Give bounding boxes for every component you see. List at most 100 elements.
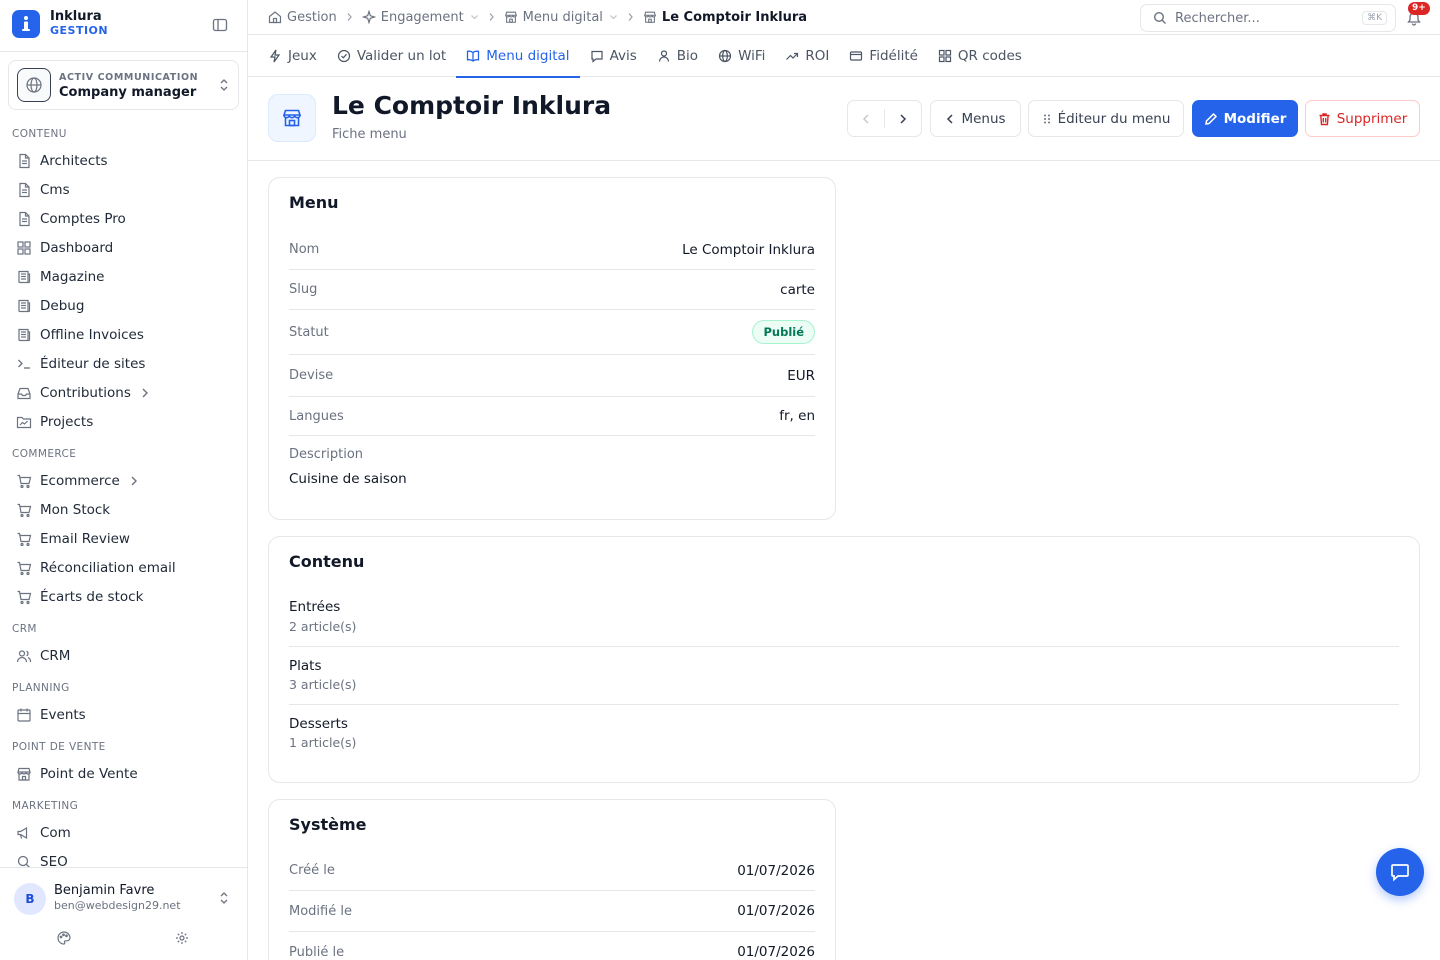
sidebar-item-mon-stock[interactable]: Mon Stock <box>0 495 247 524</box>
company-switcher[interactable]: ACTIV COMMUNICATION Company manager <box>8 60 239 110</box>
chat-button[interactable] <box>1376 848 1424 896</box>
sidebar-toggle-icon[interactable] <box>212 17 228 33</box>
previous-button[interactable] <box>848 101 884 136</box>
card-title: Système <box>289 815 367 834</box>
sidebar-item-projects[interactable]: Projects <box>0 407 247 436</box>
delete-button[interactable]: Supprimer <box>1305 100 1420 137</box>
tab-wifi[interactable]: WiFi <box>708 35 775 77</box>
tab-label: Bio <box>676 48 699 64</box>
sidebar-item-label: Offline Invoices <box>40 326 144 343</box>
gear-icon[interactable] <box>175 931 189 945</box>
sidebar-item-contributions[interactable]: Contributions <box>0 378 247 407</box>
sidebar-item-dashboard[interactable]: Dashboard <box>0 233 247 262</box>
cart-icon <box>16 560 32 576</box>
field-label: Langues <box>289 408 344 424</box>
sidebar-nav: CONTENU Architects Cms Comptes Pro Dashboard… <box>0 120 247 868</box>
grid-icon <box>16 240 32 256</box>
edit-button[interactable]: Modifier <box>1192 100 1298 137</box>
field-label: Publié le <box>289 944 345 960</box>
field-label: Devise <box>289 368 334 383</box>
back-to-menus-label: Menus <box>961 110 1006 127</box>
sidebar-item-email-review[interactable]: Email Review <box>0 524 247 553</box>
field-value: 01/07/2026 <box>737 944 815 960</box>
menu-editor-button[interactable]: Éditeur du menu <box>1028 100 1184 137</box>
sidebar-item-debug[interactable]: Debug <box>0 291 247 320</box>
sidebar-item--carts-de-stock[interactable]: Écarts de stock <box>0 582 247 611</box>
menu-editor-label: Éditeur du menu <box>1057 110 1171 127</box>
sidebar-section-title: COMMERCE <box>12 448 77 460</box>
sidebar-item-crm[interactable]: CRM <box>0 641 247 670</box>
chevron-down-icon[interactable] <box>609 14 618 20</box>
tab-bio[interactable]: Bio <box>647 35 708 77</box>
book-icon <box>466 49 480 63</box>
tab-label: Avis <box>609 48 637 64</box>
menu-card: Menu Nom Le Comptoir Inklura Slug carte … <box>268 177 836 520</box>
document-icon <box>16 182 32 198</box>
search-icon <box>1153 11 1167 25</box>
content-card: Contenu Entrées 2 article(s) Plats 3 art… <box>268 536 1420 783</box>
check-circle-icon <box>337 49 351 63</box>
chevron-right-icon <box>627 12 634 22</box>
breadcrumb: Gestion Engagement Menu digital Le Comptoir… <box>268 0 807 34</box>
sidebar-item-label: Contributions <box>40 384 131 401</box>
breadcrumb-item[interactable]: Gestion <box>268 10 337 25</box>
category-item[interactable]: Plats 3 article(s) <box>289 647 1399 705</box>
sidebar-item-magazine[interactable]: Magazine <box>0 262 247 291</box>
users-icon <box>16 648 32 664</box>
sidebar-item-label: Éditeur de sites <box>40 355 146 372</box>
brand[interactable]: Inklura GESTION <box>12 10 108 38</box>
sidebar-item-cms[interactable]: Cms <box>0 175 247 204</box>
field-label: Statut <box>289 324 329 340</box>
sidebar-item-r-conciliation-email[interactable]: Réconciliation email <box>0 553 247 582</box>
sidebar-section-title: CONTENU <box>12 128 67 140</box>
next-button[interactable] <box>885 101 921 136</box>
category-item[interactable]: Desserts 1 article(s) <box>289 705 1399 763</box>
store-icon <box>16 766 32 782</box>
category-item[interactable]: Entrées 2 article(s) <box>289 592 1399 647</box>
tab-qr-codes[interactable]: QR codes <box>928 35 1032 77</box>
field-label: Slug <box>289 282 318 297</box>
sidebar-item-point-de-vente[interactable]: Point de Vente <box>0 759 247 788</box>
tab-label: Menu digital <box>486 48 570 64</box>
sidebar-item--diteur-de-sites[interactable]: Éditeur de sites <box>0 349 247 378</box>
palette-icon[interactable] <box>57 931 71 945</box>
chevron-left-icon <box>945 113 955 125</box>
store-icon <box>268 94 316 142</box>
tab-avis[interactable]: Avis <box>580 35 647 77</box>
sidebar-item-seo[interactable]: SEO <box>0 847 247 868</box>
tab-roi[interactable]: ROI <box>775 35 839 77</box>
breadcrumb-item[interactable]: Engagement <box>361 10 479 25</box>
field-label: Modifié le <box>289 903 352 919</box>
tab-valider-un-lot[interactable]: Valider un lot <box>327 35 456 77</box>
search-shortcut: ⌘K <box>1362 11 1387 25</box>
tab-fid-lit-[interactable]: Fidélité <box>839 35 928 77</box>
chat-icon <box>590 49 604 63</box>
tab-jeux[interactable]: Jeux <box>258 35 327 77</box>
sidebar-item-events[interactable]: Events <box>0 700 247 729</box>
record-pager <box>847 100 922 137</box>
sidebar: Inklura GESTION ACTIV COMMUNICATION Comp… <box>0 0 248 960</box>
sidebar-item-label: Projects <box>40 413 94 430</box>
brand-logo-icon <box>12 10 40 38</box>
page-header: Le Comptoir Inklura Fiche menu Menus Édi… <box>248 77 1440 161</box>
user-menu[interactable]: B Benjamin Favre ben@webdesign29.net <box>0 867 247 960</box>
sidebar-item-architects[interactable]: Architects <box>0 146 247 175</box>
company-role: Company manager <box>59 85 197 100</box>
cart-icon <box>16 589 32 605</box>
sidebar-item-comptes-pro[interactable]: Comptes Pro <box>0 204 247 233</box>
search-box[interactable]: ⌘K <box>1140 4 1396 32</box>
status-badge: Publié <box>752 320 815 344</box>
search-input[interactable] <box>1175 10 1355 26</box>
sidebar-item-ecommerce[interactable]: Ecommerce <box>0 466 247 495</box>
chevron-down-icon[interactable] <box>470 14 479 20</box>
cart-icon <box>16 502 32 518</box>
back-to-menus-button[interactable]: Menus <box>930 100 1021 137</box>
tab-label: QR codes <box>957 48 1022 64</box>
sidebar-item-com[interactable]: Com <box>0 818 247 847</box>
category-name: Entrées <box>289 599 341 615</box>
brand-subtitle: GESTION <box>50 24 109 37</box>
sidebar-item-offline-invoices[interactable]: Offline Invoices <box>0 320 247 349</box>
sidebar-item-label: Dashboard <box>40 239 114 256</box>
breadcrumb-item[interactable]: Menu digital <box>504 10 618 25</box>
tab-menu-digital[interactable]: Menu digital <box>456 35 580 78</box>
